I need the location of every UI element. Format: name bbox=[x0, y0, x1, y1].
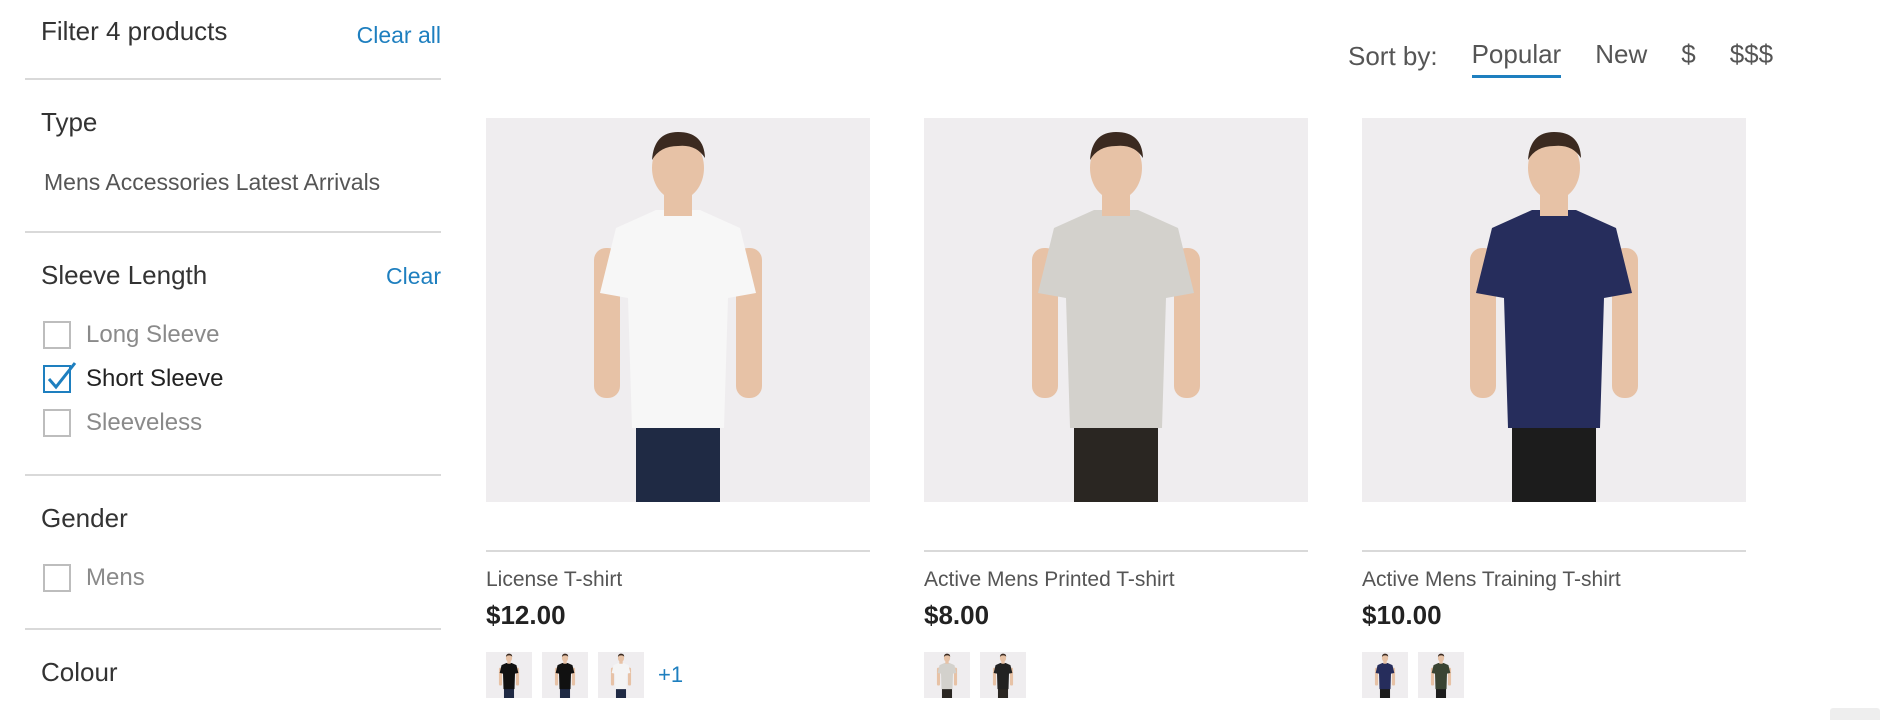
sort-option-price-high[interactable]: $$$ bbox=[1730, 39, 1773, 74]
product-photo bbox=[1032, 132, 1200, 502]
type-value[interactable]: Mens Accessories Latest Arrivals bbox=[44, 169, 380, 196]
checkbox-box[interactable] bbox=[43, 564, 71, 592]
divider bbox=[1362, 550, 1746, 552]
sort-label: Sort by: bbox=[1348, 40, 1438, 71]
divider bbox=[486, 550, 870, 552]
color-swatch[interactable] bbox=[1418, 652, 1464, 698]
clear-all-link[interactable]: Clear all bbox=[357, 22, 441, 49]
product-image[interactable] bbox=[924, 118, 1308, 502]
product-price: $8.00 bbox=[924, 600, 990, 630]
divider bbox=[924, 550, 1308, 552]
checkbox-box[interactable] bbox=[43, 409, 71, 437]
swatch-thumbnail-icon bbox=[1430, 653, 1452, 698]
product-photo bbox=[1470, 132, 1638, 502]
checkbox-sleeveless[interactable]: Sleeveless bbox=[43, 407, 202, 439]
checkbox-mens[interactable]: Mens bbox=[43, 562, 145, 594]
divider bbox=[25, 628, 441, 630]
checkbox-label: Mens bbox=[86, 564, 145, 591]
checkbox-box[interactable] bbox=[43, 321, 71, 349]
checkbox-long-sleeve[interactable]: Long Sleeve bbox=[43, 319, 219, 351]
swatch-thumbnail-icon bbox=[1374, 653, 1396, 698]
gender-section-title: Gender bbox=[41, 503, 128, 533]
filter-header: Filter 4 products Clear all bbox=[41, 16, 441, 62]
swatch-thumbnail-icon bbox=[992, 653, 1014, 698]
swatch-thumbnail-icon bbox=[498, 653, 520, 698]
scroll-to-top-button[interactable] bbox=[1830, 708, 1880, 720]
type-section-title: Type bbox=[41, 107, 98, 137]
product-card[interactable]: Active Mens Training T-shirt $10.00 bbox=[1362, 118, 1746, 699]
color-swatch[interactable] bbox=[542, 652, 588, 698]
sleeve-clear-link[interactable]: Clear bbox=[386, 263, 441, 290]
color-swatch[interactable] bbox=[486, 652, 532, 698]
divider bbox=[25, 474, 441, 476]
swatch-thumbnail-icon bbox=[610, 653, 632, 698]
checkbox-label: Sleeveless bbox=[86, 409, 203, 436]
product-card[interactable]: License T-shirt $12.00 +1 bbox=[486, 118, 870, 699]
product-name[interactable]: Active Mens Printed T-shirt bbox=[924, 568, 1308, 592]
color-swatch[interactable] bbox=[924, 652, 970, 698]
swatch-thumbnail-icon bbox=[554, 653, 576, 698]
checkbox-label: Short Sleeve bbox=[86, 365, 224, 392]
swatch-thumbnail-icon bbox=[936, 653, 958, 698]
checkbox-short-sleeve[interactable]: Short Sleeve bbox=[43, 362, 224, 395]
sort-option-price-low[interactable]: $ bbox=[1681, 39, 1695, 74]
sort-option-popular[interactable]: Popular bbox=[1471, 39, 1561, 78]
swatch-list bbox=[1362, 651, 1746, 699]
divider bbox=[25, 231, 441, 233]
swatch-list: +1 bbox=[486, 651, 870, 699]
filter-title: Filter 4 products bbox=[41, 16, 228, 46]
sort-bar: Sort by: Popular New $ $$$ bbox=[1348, 38, 1807, 78]
checkbox-box-checked[interactable] bbox=[43, 362, 77, 393]
color-swatch[interactable] bbox=[1362, 652, 1408, 698]
product-price: $12.00 bbox=[486, 600, 566, 630]
product-image[interactable] bbox=[486, 118, 870, 502]
checkbox-label: Long Sleeve bbox=[86, 321, 220, 348]
sort-option-new[interactable]: New bbox=[1595, 39, 1647, 74]
more-swatches-link[interactable]: +1 bbox=[658, 662, 683, 688]
product-price: $10.00 bbox=[1362, 600, 1442, 630]
product-card[interactable]: Active Mens Printed T-shirt $8.00 bbox=[924, 118, 1308, 699]
sleeve-section-title: Sleeve Length bbox=[41, 260, 208, 290]
product-name[interactable]: Active Mens Training T-shirt bbox=[1362, 568, 1746, 592]
color-swatch[interactable] bbox=[980, 652, 1026, 698]
filter-sidebar: Filter 4 products Clear all Type Mens Ac… bbox=[25, 0, 441, 720]
colour-section-title: Colour bbox=[41, 657, 118, 687]
product-image[interactable] bbox=[1362, 118, 1746, 502]
product-photo bbox=[594, 132, 762, 502]
product-name[interactable]: License T-shirt bbox=[486, 568, 870, 592]
swatch-list bbox=[924, 651, 1308, 699]
checkmark-icon bbox=[47, 362, 77, 390]
color-swatch[interactable] bbox=[598, 652, 644, 698]
divider bbox=[25, 78, 441, 80]
